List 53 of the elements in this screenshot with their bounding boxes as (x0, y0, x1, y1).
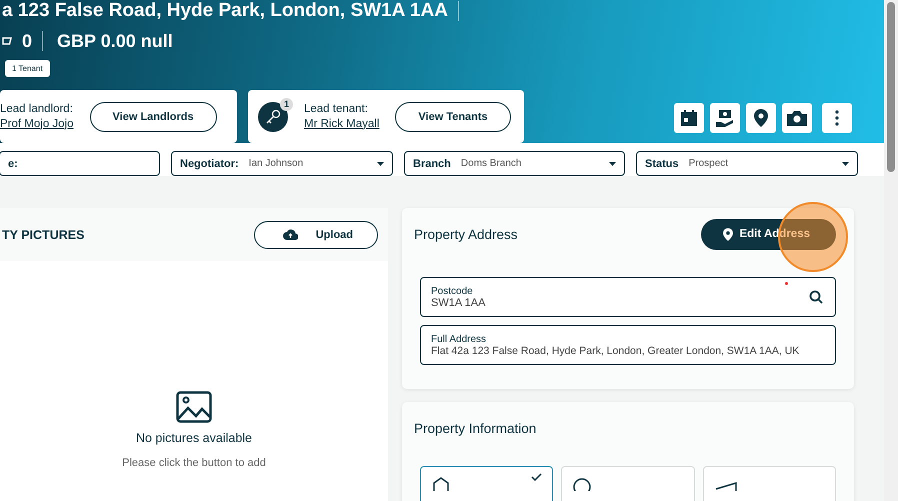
money-hand-icon (715, 109, 735, 127)
postcode-value: SW1A 1AA (431, 296, 486, 308)
house-icon (431, 477, 451, 491)
location-pin-icon (754, 109, 768, 127)
more-icon (835, 110, 839, 126)
lead-landlord-label: Lead landlord: (0, 102, 74, 116)
camera-button[interactable] (782, 103, 812, 133)
empty-title: No pictures available (136, 431, 252, 445)
full-address-field[interactable]: Full Address Flat 42a 123 False Road, Hyde Park, London, Greater London, SW1A 1AA, UK (420, 325, 836, 365)
full-address-label: Full Address (431, 334, 486, 344)
filter-field[interactable]: e: (0, 151, 160, 176)
bath-icon (2, 37, 12, 45)
calendar-icon (680, 109, 698, 127)
full-address-value: Flat 42a 123 False Road, Hyde Park, London, Greater London, SW1A 1AA, UK (431, 344, 800, 356)
scrollbar-thumb[interactable] (887, 2, 895, 172)
filter-label: Status (645, 158, 679, 170)
calendar-button[interactable] (674, 103, 704, 133)
pictures-title: TY PICTURES (2, 228, 84, 242)
cloud-upload-icon (282, 229, 298, 240)
postcode-field[interactable]: Postcode SW1A 1AA (420, 277, 836, 317)
filter-value: Ian Johnson (248, 158, 304, 169)
tenant-name-link[interactable]: Mr Rick Mayall (304, 116, 380, 132)
pin-button[interactable] (746, 103, 776, 133)
price: GBP 0.00 null (57, 30, 173, 52)
tenant-count: 1 (280, 98, 293, 110)
postcode-label: Postcode (431, 286, 473, 296)
view-landlords-button[interactable]: View Landlords (90, 102, 217, 132)
filter-field[interactable]: Status Prospect (636, 151, 858, 176)
more-button[interactable] (822, 103, 852, 133)
key-icon (265, 108, 281, 124)
tenant-count-badge: 1 Tenant (5, 60, 50, 77)
money-button[interactable] (710, 103, 740, 133)
filter-value: Doms Branch (460, 158, 522, 169)
bathroom-count: 0 (22, 30, 32, 52)
image-icon (176, 391, 212, 423)
view-tenants-button[interactable]: View Tenants (395, 102, 511, 132)
landlord-name-link[interactable]: Prof Mojo Jojo (0, 116, 74, 132)
empty-hint: Please click the button to add (122, 457, 266, 469)
upload-button[interactable]: Upload (254, 220, 378, 248)
check-icon (531, 473, 542, 481)
filter-label: e: (8, 158, 18, 170)
property-address: a 123 False Road, Hyde Park, London, SW1A 1AA (2, 0, 448, 22)
information-title: Property Information (414, 420, 536, 436)
camera-icon (787, 110, 807, 126)
filter-field[interactable]: Branch Doms Branch (404, 151, 625, 176)
filter-value: Prospect (688, 158, 730, 169)
address-title: Property Address (414, 226, 518, 242)
filter-label: Branch (413, 158, 451, 170)
location-pin-icon (723, 228, 734, 240)
filter-field[interactable]: Negotiator: Ian Johnson (171, 151, 393, 176)
filter-label: Negotiator: (180, 158, 239, 170)
lead-tenant-label: Lead tenant: (304, 102, 369, 116)
search-icon[interactable] (809, 290, 823, 304)
